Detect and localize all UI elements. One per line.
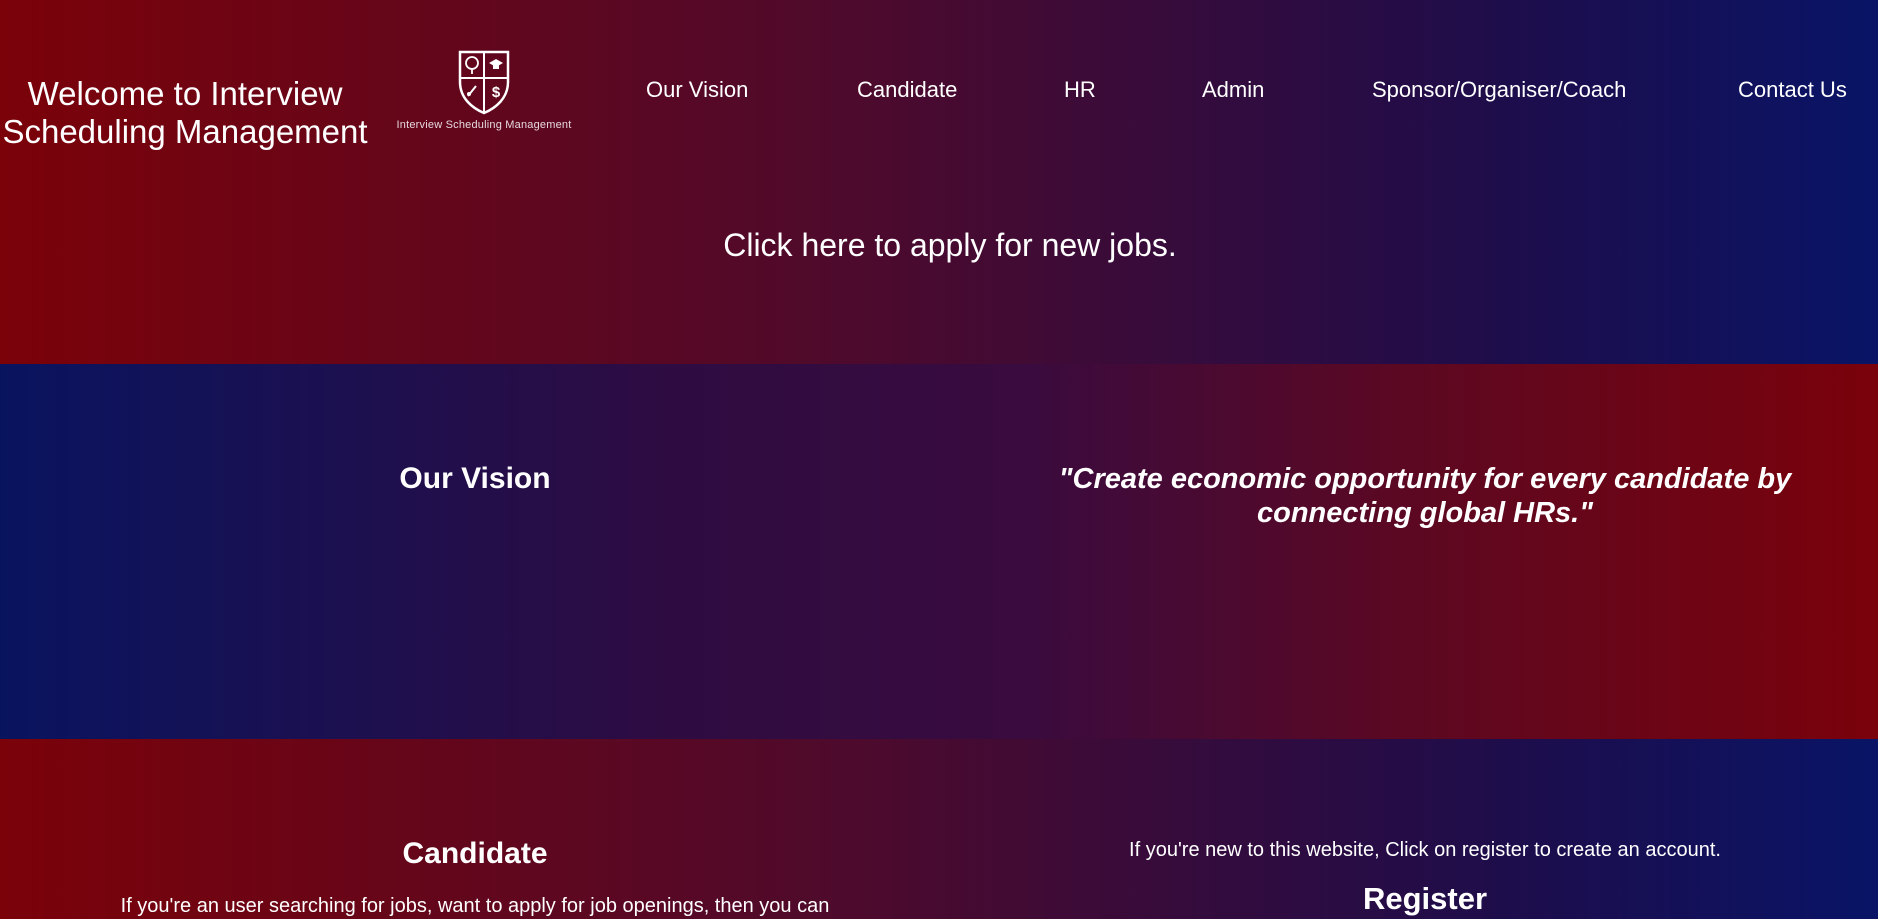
nav-candidate[interactable]: Candidate xyxy=(857,76,957,104)
register-prompt: If you're new to this website, Click on … xyxy=(1129,839,1721,861)
candidate-description: If you're an user searching for jobs, wa… xyxy=(120,895,830,917)
apply-jobs-link[interactable]: Click here to apply for new jobs. xyxy=(0,226,1878,264)
vision-section: Our Vision "Create economic opportunity … xyxy=(0,364,1878,739)
candidate-heading: Candidate xyxy=(402,837,548,870)
nav-sponsor-organiser-coach[interactable]: Sponsor/Organiser/Coach xyxy=(1372,76,1626,104)
header: Welcome to Interview Scheduling Manageme… xyxy=(0,0,1878,364)
vision-heading: Our Vision xyxy=(399,462,551,495)
register-button[interactable]: Register xyxy=(1000,881,1850,917)
candidate-section: Candidate If you're an user searching fo… xyxy=(0,739,1878,919)
main-nav: Our Vision Candidate HR Admin Sponsor/Or… xyxy=(0,76,1878,106)
logo-caption: Interview Scheduling Management xyxy=(396,119,572,131)
nav-hr[interactable]: HR xyxy=(1064,76,1096,104)
vision-quote: "Create economic opportunity for every c… xyxy=(1058,463,1792,529)
nav-our-vision[interactable]: Our Vision xyxy=(646,76,748,104)
nav-admin[interactable]: Admin xyxy=(1202,76,1264,104)
nav-contact-us[interactable]: Contact Us xyxy=(1738,76,1847,104)
